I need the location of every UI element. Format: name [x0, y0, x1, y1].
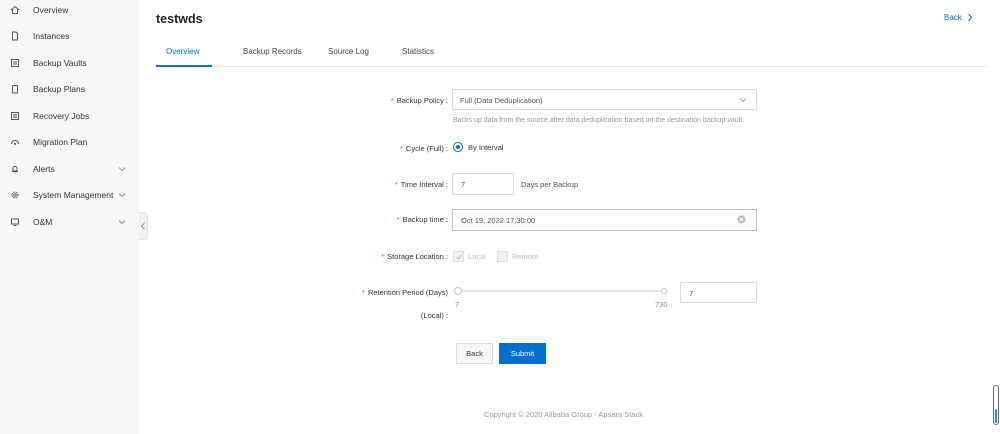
- backup-time-picker[interactable]: Oct 19, 2022 17:30:00: [452, 209, 757, 231]
- sidebar-item-backup-plans[interactable]: Backup Plans: [0, 76, 139, 102]
- sidebar-item-label: Migration Plan: [33, 137, 88, 147]
- cycle-label: * Cycle (Full) :: [399, 144, 448, 153]
- page-title: testwds: [156, 12, 203, 26]
- sidebar: Overview Instances Backup Vaults Backup …: [0, 0, 139, 434]
- migration-icon: [10, 137, 20, 147]
- time-interval-unit: Days per Backup: [521, 180, 579, 189]
- sidebar-item-label: O&M: [33, 217, 53, 227]
- checkbox-empty-icon: [497, 251, 508, 262]
- tab-overview[interactable]: Overview: [166, 47, 199, 56]
- clipboard-icon: [10, 84, 20, 94]
- sidebar-item-om[interactable]: O&M: [0, 209, 139, 235]
- vault-icon: [10, 58, 20, 68]
- clear-icon[interactable]: [737, 215, 746, 224]
- retention-slider-end-mark: [661, 288, 667, 294]
- back-link-label: Back: [944, 13, 962, 22]
- retention-label: * Retention Period (Days): [362, 288, 448, 297]
- copyright-text: Copyright © 2020 Alibaba Group - Apsara …: [484, 410, 643, 419]
- list-icon: [10, 111, 20, 121]
- backup-policy-value: Full (Data Deduplication): [460, 96, 543, 105]
- storage-local-checkbox[interactable]: Local: [453, 251, 486, 262]
- monitor-icon: [10, 217, 20, 227]
- sidebar-item-label: Instances: [33, 31, 70, 41]
- bell-icon: [10, 164, 20, 174]
- cycle-option-label: By Interval: [468, 142, 504, 152]
- sidebar-collapse-handle[interactable]: [139, 212, 148, 240]
- sidebar-item-migration-plan[interactable]: Migration Plan: [0, 129, 139, 155]
- backup-policy-label: * Backup Policy :: [390, 96, 448, 105]
- tab-bar: Overview Backup Records Source Log Stati…: [156, 40, 986, 67]
- cycle-by-interval-radio[interactable]: By Interval: [453, 142, 503, 152]
- storage-local-label: Local: [468, 252, 486, 261]
- retention-slider-handle[interactable]: [454, 287, 462, 295]
- retention-days-input[interactable]: 7: [680, 282, 757, 303]
- storage-remote-checkbox[interactable]: Remote: [497, 251, 538, 262]
- sidebar-item-label: Recovery Jobs: [33, 111, 90, 121]
- scroll-indicator[interactable]: [993, 385, 999, 425]
- backup-policy-helper: Backs up data from the source after data…: [453, 117, 745, 124]
- sidebar-item-label: Alerts: [33, 164, 55, 174]
- backup-policy-select[interactable]: Full (Data Deduplication): [452, 89, 757, 110]
- chevron-right-icon: [967, 13, 972, 22]
- sidebar-item-system-management[interactable]: System Management: [0, 182, 139, 208]
- time-interval-label: * Time Interval :: [394, 180, 448, 189]
- retention-max-mark: 730: [655, 300, 668, 309]
- chevron-down-icon[interactable]: [118, 165, 126, 173]
- sidebar-item-recovery-jobs[interactable]: Recovery Jobs: [0, 103, 139, 129]
- submit-button[interactable]: Submit: [499, 343, 546, 364]
- backup-time-value: Oct 19, 2022 17:30:00: [461, 216, 536, 225]
- tab-backup-records[interactable]: Backup Records: [243, 47, 302, 56]
- document-icon: [10, 31, 20, 41]
- sidebar-item-label: Backup Vaults: [33, 58, 87, 68]
- sidebar-item-alerts[interactable]: Alerts: [0, 156, 139, 182]
- backup-time-label: * Backup time :: [396, 215, 448, 224]
- sidebar-item-overview[interactable]: Overview: [0, 0, 139, 23]
- retention-slider[interactable]: [458, 290, 665, 292]
- sidebar-item-instances[interactable]: Instances: [0, 23, 139, 49]
- tab-source-log[interactable]: Source Log: [328, 47, 369, 56]
- home-icon: [10, 5, 20, 15]
- retention-min-mark: 7: [455, 300, 460, 309]
- sidebar-item-backup-vaults[interactable]: Backup Vaults: [0, 50, 139, 76]
- gear-icon: [10, 190, 20, 200]
- chevron-down-icon: [739, 96, 747, 104]
- storage-remote-label: Remote: [512, 252, 539, 261]
- radio-selected-icon: [453, 142, 463, 152]
- chevron-down-icon[interactable]: [118, 218, 126, 226]
- chevron-down-icon[interactable]: [118, 191, 126, 199]
- sidebar-item-label: System Management: [33, 190, 114, 200]
- active-tab-indicator: [156, 65, 212, 67]
- time-interval-input[interactable]: 7: [452, 173, 514, 195]
- retention-label-local: (Local) :: [420, 311, 448, 320]
- checkmark-icon: [453, 251, 464, 262]
- back-button[interactable]: Back: [456, 343, 493, 364]
- storage-location-label: * Storage Location :: [381, 252, 448, 261]
- tab-statistics[interactable]: Statistics: [402, 47, 434, 56]
- sidebar-item-label: Overview: [33, 5, 69, 15]
- sidebar-item-label: Backup Plans: [33, 84, 85, 94]
- back-link[interactable]: Back: [944, 13, 973, 22]
- chevron-left-icon: [140, 222, 145, 230]
